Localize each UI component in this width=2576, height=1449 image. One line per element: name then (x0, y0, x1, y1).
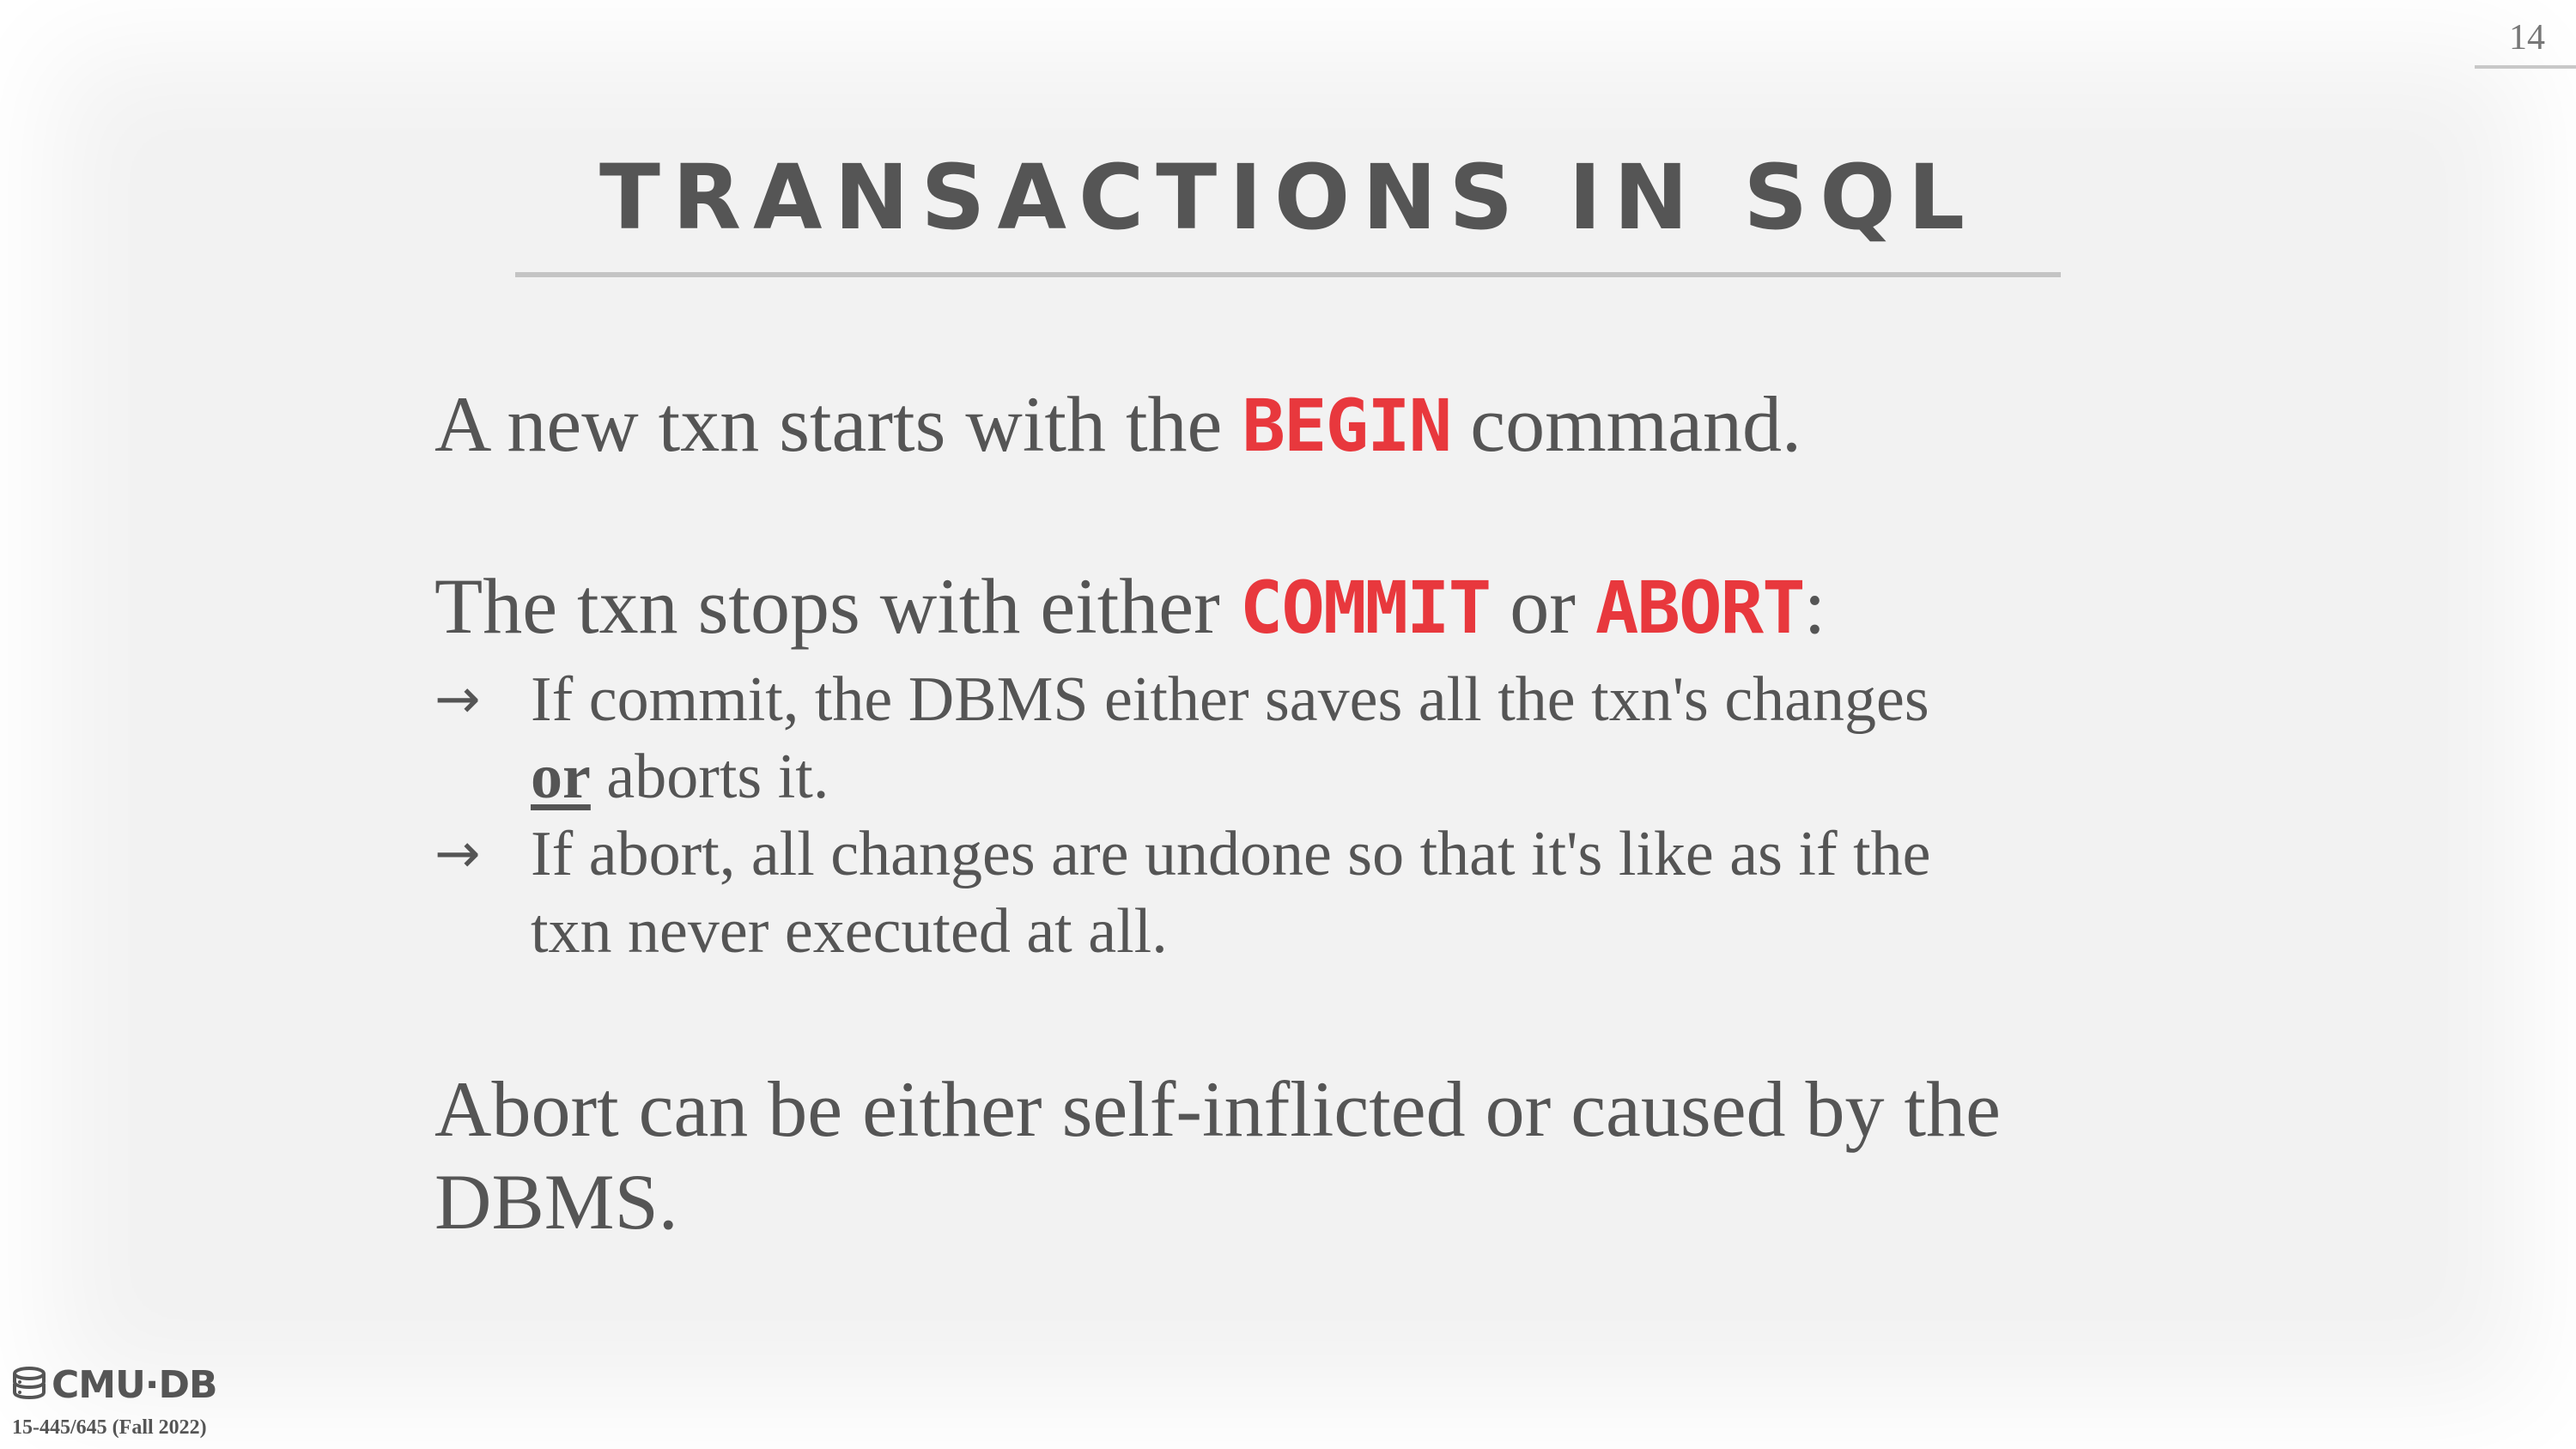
database-icon (13, 1366, 46, 1399)
p2-text-middle: or (1490, 562, 1595, 650)
title-divider (515, 272, 2061, 277)
p1-text-before: A new txn starts with the (434, 380, 1242, 468)
keyword-begin: BEGIN (1242, 384, 1452, 468)
course-label: 15-445/645 (Fall 2022) (12, 1416, 207, 1439)
paragraph-abort-cause: Abort can be either self-inflicted or ca… (434, 1063, 2152, 1248)
paragraph-begin: A new txn starts with the BEGIN command. (434, 378, 1801, 472)
arrow-right-icon: → (434, 822, 481, 886)
p2-text-after: : (1803, 562, 1826, 650)
slide-title: TRANSACTIONS IN SQL (599, 145, 1977, 250)
p3-line1: Abort can be either self-inflicted or ca… (434, 1065, 2001, 1153)
page-number: 14 (2509, 18, 2545, 58)
arrow-right-icon: → (434, 668, 481, 731)
bullet-commit-line2-rest: aborts it. (590, 742, 829, 812)
p1-text-after: command. (1450, 380, 1802, 468)
keyword-commit: COMMIT (1239, 566, 1492, 650)
bullet-list: → If commit, the DBMS either saves all t… (434, 661, 2109, 970)
page-number-rule (2475, 65, 2576, 69)
emphasis-or: or (531, 742, 591, 812)
bullet-commit-line1: If commit, the DBMS either saves all the… (531, 664, 1929, 735)
bullet-item-commit: → If commit, the DBMS either saves all t… (434, 661, 2109, 815)
paragraph-commit-abort: The txn stops with either COMMIT or ABOR… (434, 560, 1826, 654)
p3-line2: DBMS. (434, 1158, 678, 1246)
keyword-abort: ABORT (1595, 566, 1806, 650)
cmu-db-logo: CMU·DB (12, 1363, 218, 1407)
bullet-commit-line2: or aborts it. (531, 738, 2109, 815)
bullet-abort-line1: If abort, all changes are undone so that… (531, 819, 1931, 889)
p2-text-before: The txn stops with either (434, 562, 1240, 650)
bullet-item-abort: → If abort, all changes are undone so th… (434, 815, 2109, 970)
bullet-abort-line2: txn never executed at all. (531, 896, 1168, 967)
logo-text: CMU·DB (52, 1363, 218, 1407)
